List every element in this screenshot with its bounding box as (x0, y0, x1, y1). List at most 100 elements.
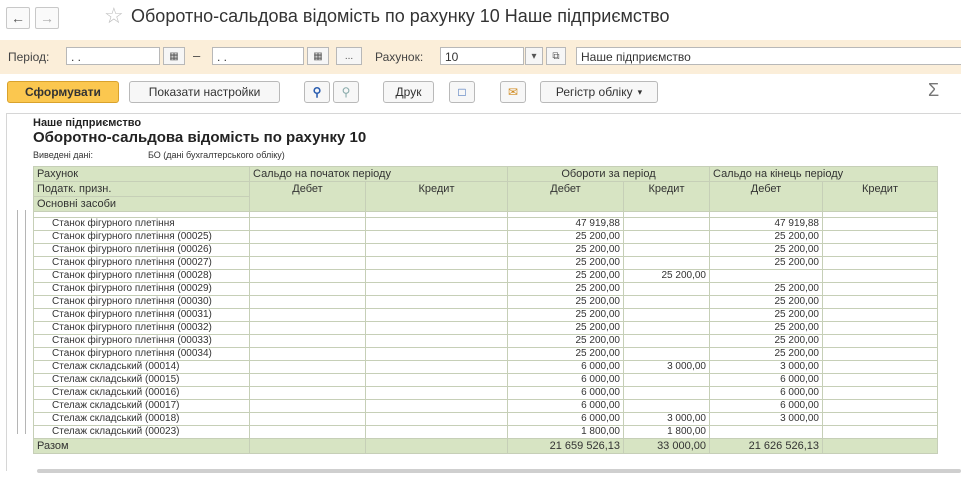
row-account-name[interactable]: Стелаж складський (00017) (33, 399, 250, 413)
table-row[interactable]: Станок фігурного плетіння 47 919,88 47 919… (33, 217, 938, 231)
row-account-name[interactable]: Стелаж складський (00023) (33, 425, 250, 439)
star-icon[interactable]: ☆ (104, 4, 124, 28)
table-row[interactable]: Стелаж складський (00023) 1 800,00 1 800,0… (33, 425, 938, 439)
row-amount-cd[interactable]: 25 200,00 (709, 256, 823, 270)
sum-icon[interactable]: Σ (928, 80, 939, 101)
row-amount-cd[interactable]: 25 200,00 (709, 282, 823, 296)
row-amount-cc[interactable] (822, 243, 938, 257)
row-amount-cd[interactable]: 47 919,88 (709, 217, 823, 231)
row-amount-cd[interactable] (709, 269, 823, 283)
row-amount-tc[interactable]: 3 000,00 (623, 412, 710, 426)
table-row[interactable]: Станок фігурного плетіння (00034) 25 200,… (33, 347, 938, 361)
row-amount-od[interactable] (249, 282, 366, 296)
row-amount-cd[interactable]: 25 200,00 (709, 334, 823, 348)
row-amount-oc[interactable] (365, 334, 508, 348)
row-amount-tc[interactable] (623, 282, 710, 296)
row-amount-cc[interactable] (822, 425, 938, 439)
row-amount-cc[interactable] (822, 334, 938, 348)
table-row[interactable]: Станок фігурного плетіння (00029) 25 200,… (33, 282, 938, 296)
row-amount-cd[interactable]: 25 200,00 (709, 243, 823, 257)
row-amount-od[interactable] (249, 334, 366, 348)
row-account-name[interactable]: Станок фігурного плетіння (00033) (33, 334, 250, 348)
row-amount-tc[interactable] (623, 230, 710, 244)
row-amount-od[interactable] (249, 399, 366, 413)
row-amount-td[interactable]: 6 000,00 (507, 386, 624, 400)
row-amount-cc[interactable] (822, 386, 938, 400)
row-amount-cc[interactable] (822, 373, 938, 387)
row-amount-cc[interactable] (822, 295, 938, 309)
row-account-name[interactable]: Станок фігурного плетіння (00025) (33, 230, 250, 244)
preview-button[interactable]: □ (449, 81, 475, 103)
row-amount-oc[interactable] (365, 230, 508, 244)
row-amount-oc[interactable] (365, 321, 508, 335)
row-amount-oc[interactable] (365, 412, 508, 426)
row-account-name[interactable]: Станок фігурного плетіння (00031) (33, 308, 250, 322)
row-amount-td[interactable]: 25 200,00 (507, 347, 624, 361)
row-amount-td[interactable]: 25 200,00 (507, 334, 624, 348)
row-amount-cd[interactable]: 25 200,00 (709, 230, 823, 244)
row-amount-od[interactable] (249, 230, 366, 244)
search-button[interactable]: ⚲ (304, 81, 330, 103)
row-amount-cc[interactable] (822, 256, 938, 270)
print-button[interactable]: Друк (383, 81, 434, 103)
back-button[interactable]: ← (6, 7, 30, 29)
total-closing-credit[interactable] (822, 438, 938, 454)
calendar-to-button[interactable]: ▦ (307, 47, 329, 65)
row-amount-td[interactable]: 25 200,00 (507, 230, 624, 244)
table-row[interactable]: Станок фігурного плетіння (00025) 25 200,… (33, 230, 938, 244)
row-amount-oc[interactable] (365, 243, 508, 257)
row-amount-oc[interactable] (365, 347, 508, 361)
row-amount-oc[interactable] (365, 256, 508, 270)
table-row[interactable]: Стелаж складський (00016) 6 000,00 6 000,0… (33, 386, 938, 400)
row-amount-od[interactable] (249, 412, 366, 426)
row-amount-cd[interactable]: 25 200,00 (709, 347, 823, 361)
calendar-from-button[interactable]: ▦ (163, 47, 185, 65)
table-row[interactable]: Станок фігурного плетіння (00026) 25 200,… (33, 243, 938, 257)
row-amount-td[interactable]: 47 919,88 (507, 217, 624, 231)
row-amount-cc[interactable] (822, 217, 938, 231)
total-row[interactable]: Разом 21 659 526,13 33 000,00 21 626 526,13 (33, 438, 938, 454)
row-amount-cd[interactable]: 6 000,00 (709, 386, 823, 400)
row-amount-td[interactable]: 6 000,00 (507, 360, 624, 374)
row-amount-cc[interactable] (822, 360, 938, 374)
row-account-name[interactable]: Стелаж складський (00014) (33, 360, 250, 374)
row-amount-cc[interactable] (822, 230, 938, 244)
row-amount-cc[interactable] (822, 347, 938, 361)
row-amount-oc[interactable] (365, 386, 508, 400)
row-amount-td[interactable]: 25 200,00 (507, 269, 624, 283)
date-from-field[interactable]: . . (66, 47, 160, 65)
row-amount-od[interactable] (249, 373, 366, 387)
row-amount-cc[interactable] (822, 269, 938, 283)
table-row[interactable]: Стелаж складський (00015) 6 000,00 6 000,0… (33, 373, 938, 387)
row-amount-od[interactable] (249, 386, 366, 400)
row-account-name[interactable]: Станок фігурного плетіння (00029) (33, 282, 250, 296)
row-amount-od[interactable] (249, 360, 366, 374)
show-settings-button[interactable]: Показати настройки (129, 81, 280, 103)
account-open-button[interactable]: ⧉ (546, 47, 566, 65)
row-amount-tc[interactable] (623, 373, 710, 387)
row-amount-tc[interactable] (623, 334, 710, 348)
row-amount-tc[interactable] (623, 243, 710, 257)
row-amount-cc[interactable] (822, 412, 938, 426)
row-amount-od[interactable] (249, 217, 366, 231)
row-amount-cd[interactable] (709, 425, 823, 439)
row-amount-cd[interactable]: 3 000,00 (709, 360, 823, 374)
row-amount-td[interactable]: 25 200,00 (507, 295, 624, 309)
row-amount-tc[interactable] (623, 217, 710, 231)
row-amount-oc[interactable] (365, 373, 508, 387)
forward-button[interactable]: → (35, 7, 59, 29)
row-amount-od[interactable] (249, 295, 366, 309)
row-amount-td[interactable]: 1 800,00 (507, 425, 624, 439)
register-dropdown-button[interactable]: Регістр обліку ▾ (540, 81, 658, 103)
generate-button[interactable]: Сформувати (7, 81, 119, 103)
row-amount-tc[interactable] (623, 321, 710, 335)
row-amount-cd[interactable]: 3 000,00 (709, 412, 823, 426)
row-amount-cd[interactable]: 6 000,00 (709, 373, 823, 387)
date-to-field[interactable]: . . (212, 47, 304, 65)
row-amount-tc[interactable] (623, 308, 710, 322)
horizontal-scrollbar[interactable] (37, 469, 961, 473)
row-amount-td[interactable]: 25 200,00 (507, 243, 624, 257)
row-amount-td[interactable]: 6 000,00 (507, 412, 624, 426)
row-amount-tc[interactable] (623, 295, 710, 309)
cancel-search-button[interactable]: ⚲ (333, 81, 359, 103)
